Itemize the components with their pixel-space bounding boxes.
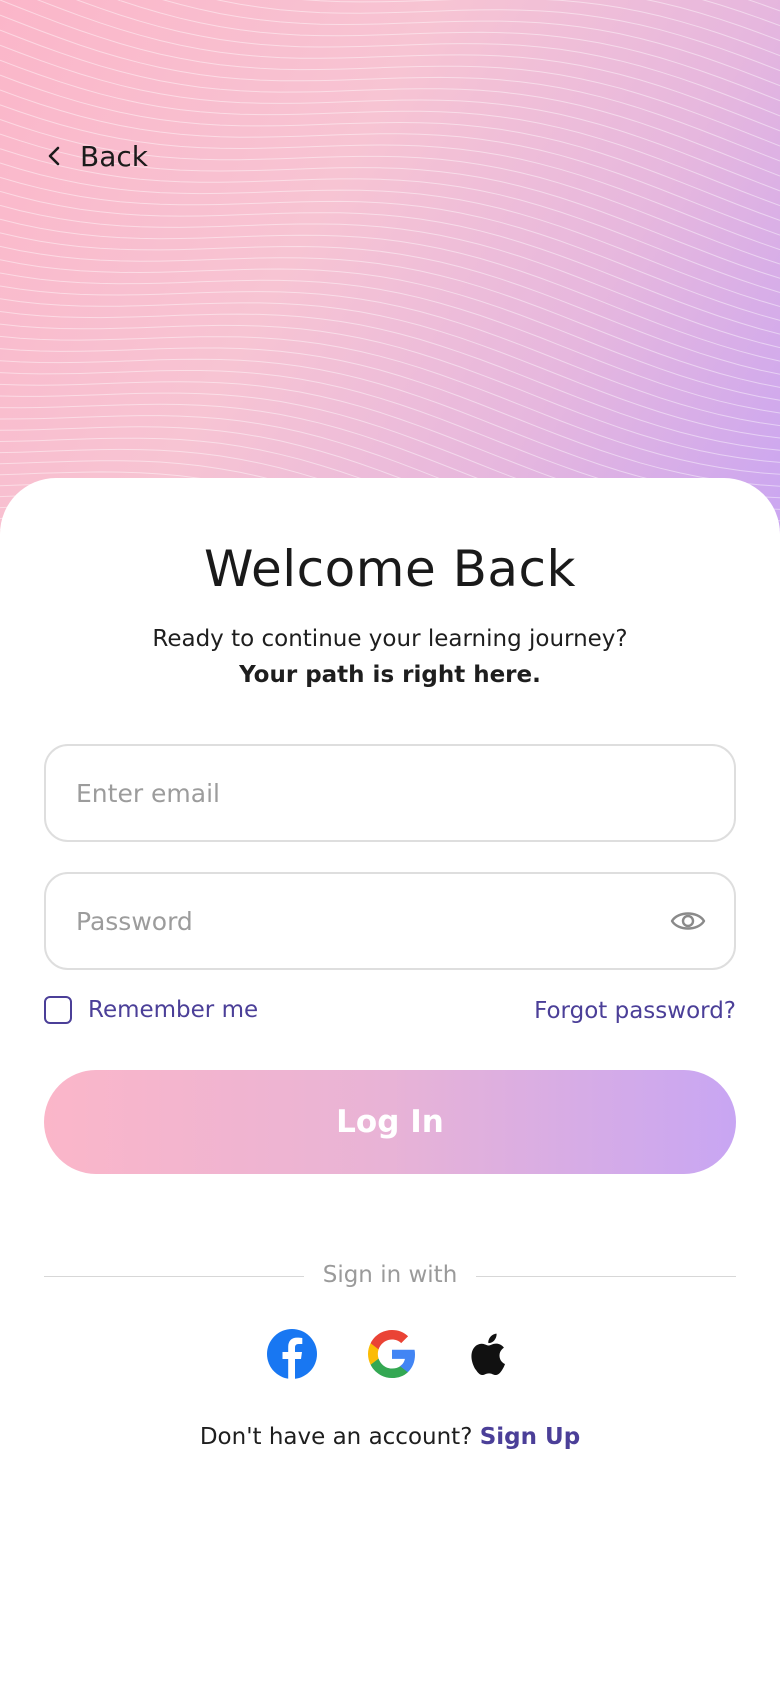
password-input[interactable] bbox=[74, 905, 670, 937]
forgot-password-link[interactable]: Forgot password? bbox=[534, 998, 736, 1024]
wave-line bbox=[0, 323, 780, 463]
remember-checkbox[interactable] bbox=[44, 996, 72, 1024]
wave-line bbox=[117, 0, 780, 102]
wave-line bbox=[0, 347, 780, 487]
email-input[interactable] bbox=[74, 777, 706, 809]
login-button[interactable]: Log In bbox=[44, 1070, 736, 1174]
password-field[interactable] bbox=[44, 872, 736, 970]
back-label: Back bbox=[80, 139, 148, 173]
back-button[interactable]: Back bbox=[44, 136, 148, 176]
wave-line bbox=[0, 162, 780, 307]
google-icon[interactable] bbox=[364, 1326, 420, 1382]
subtitle: Ready to continue your learning journey? bbox=[152, 626, 628, 652]
email-field[interactable] bbox=[44, 744, 736, 842]
signup-prompt: Don't have an account? Sign Up bbox=[0, 1424, 780, 1450]
wave-line bbox=[0, 272, 780, 414]
wave-line bbox=[0, 190, 780, 335]
apple-icon[interactable] bbox=[462, 1326, 518, 1382]
wave-line bbox=[216, 0, 780, 72]
wave-line bbox=[0, 204, 780, 349]
wave-line bbox=[0, 311, 780, 451]
sign-up-link[interactable]: Sign Up bbox=[480, 1424, 580, 1450]
wave-pattern bbox=[0, 0, 780, 560]
wave-line bbox=[0, 298, 780, 439]
subtitle-emphasis: Your path is right here. bbox=[239, 662, 541, 688]
sign-in-with-label: Sign in with bbox=[322, 1262, 458, 1288]
facebook-icon[interactable] bbox=[264, 1326, 320, 1382]
eye-icon[interactable] bbox=[670, 908, 706, 934]
wave-line bbox=[0, 358, 780, 499]
chevron-left-icon bbox=[48, 146, 60, 166]
wave-line bbox=[0, 232, 780, 375]
signup-prompt-text: Don't have an account? bbox=[199, 1424, 480, 1450]
remember-me-toggle[interactable]: Remember me bbox=[44, 996, 258, 1024]
page-title: Welcome Back bbox=[204, 540, 576, 598]
header-background: Back bbox=[0, 0, 780, 560]
divider-right bbox=[476, 1276, 736, 1277]
remember-label: Remember me bbox=[88, 997, 259, 1023]
wave-line bbox=[0, 59, 780, 207]
